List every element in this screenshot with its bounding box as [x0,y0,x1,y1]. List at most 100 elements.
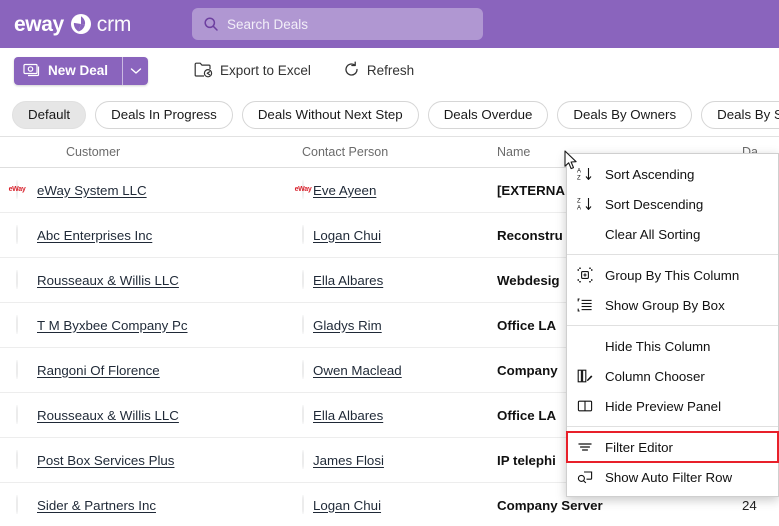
cell-contact-person: Ella Albares [302,405,497,424]
eway-pinwheel-icon [70,13,92,35]
customer-link[interactable]: Rousseaux & Willis LLC [37,273,179,288]
menu-item-label: Column Chooser [605,368,705,384]
customer-link[interactable]: T M Byxbee Company Pc [37,318,188,333]
search-icon [203,16,219,32]
preview-panel-icon [577,398,599,414]
avatar [302,450,304,469]
cell-customer: Abc Enterprises Inc [0,225,302,244]
cell-contact-person: Logan Chui [302,495,497,514]
refresh-button[interactable]: Refresh [337,57,420,85]
contact-person-link[interactable]: Ella Albares [313,273,383,288]
menu-item-label: Sort Ascending [605,166,695,182]
search-box[interactable] [192,8,483,40]
avatar [302,495,304,514]
refresh-icon [343,61,360,81]
group-by-column-icon [577,267,599,283]
group-by-box-icon [577,297,599,313]
avatar [16,270,18,289]
avatar [16,360,18,379]
cell-customer: Rousseaux & Willis LLC [0,270,302,289]
customer-link[interactable]: Rousseaux & Willis LLC [37,408,179,423]
menu-item-clear-all-sorting[interactable]: Clear All Sorting [567,219,778,249]
tab-deals-without-next-step[interactable]: Deals Without Next Step [241,100,419,129]
new-deal-label: New Deal [48,63,109,78]
customer-link[interactable]: Abc Enterprises Inc [37,228,152,243]
contact-person-link[interactable]: Owen Maclead [313,363,402,378]
new-deal-button[interactable]: New Deal [14,56,123,85]
app-header: eway crm [0,0,779,48]
column-context-menu: A Z Sort Ascending Z A Sort Descending Clear A… [566,153,779,497]
menu-separator [567,325,778,326]
sort-descending-icon: ZA [577,196,599,212]
menu-item-hide-this-column[interactable]: Hide This Column [567,331,778,361]
brand-name-eway: eway [14,12,64,36]
avatar [16,225,18,244]
brand-name-crm: crm [96,12,132,36]
avatar [302,315,304,334]
action-toolbar: New Deal Export to Excel Refresh [0,48,779,93]
column-header-customer[interactable]: Customer [0,145,302,159]
menu-item-group-by-this-column[interactable]: Group By This Column [567,260,778,290]
cell-customer: Sider & Partners Inc [0,495,302,514]
contact-person-link[interactable]: Gladys Rim [313,318,382,333]
tab-deals-in-progress[interactable]: Deals In Progress [95,100,233,129]
eway-crm-window: eway crm Search Deals New Deal Export to… [0,0,779,526]
avatar [16,495,18,514]
contact-person-link[interactable]: Logan Chui [313,498,381,513]
cell-contact-person: Ella Albares [302,270,497,289]
sort-ascending-icon: AZ [577,166,599,182]
cell-contact-person: Gladys Rim [302,315,497,334]
auto-filter-row-icon [577,469,599,485]
menu-item-filter-editor[interactable]: Filter Editor [566,431,779,463]
tab-deals-overdue[interactable]: Deals Overdue [427,100,549,129]
contact-person-link[interactable]: James Flosi [313,453,384,468]
avatar [16,450,18,469]
customer-link[interactable]: Rangoni Of Florence [37,363,160,378]
new-deal-dropdown-button[interactable] [122,56,149,85]
customer-link[interactable]: Post Box Services Plus [37,453,174,468]
contact-person-link[interactable]: Ella Albares [313,408,383,423]
cell-customer: eWay eWay System LLC [0,180,302,199]
avatar [302,270,304,289]
menu-item-sort-descending[interactable]: Z A Sort Descending [567,189,778,219]
svg-text:A: A [577,206,581,212]
avatar [302,360,304,379]
menu-item-hide-preview-panel[interactable]: Hide Preview Panel [567,391,778,421]
menu-item-label: Filter Editor [605,439,673,455]
column-header-contact-person[interactable]: Contact Person [302,145,497,159]
avatar: eWay [9,180,26,199]
cell-contact-person: Owen Maclead [302,360,497,379]
filter-editor-icon [577,439,599,455]
contact-person-link[interactable]: Eve Ayeen [313,183,376,198]
tab-deals-by-sta[interactable]: Deals By Sta [701,100,779,129]
tab-deals-by-owners[interactable]: Deals By Owners [557,100,693,129]
export-to-excel-button[interactable]: Export to Excel [188,57,317,85]
menu-item-sort-ascending[interactable]: A Z Sort Ascending [567,159,778,189]
customer-link[interactable]: eWay System LLC [37,183,147,198]
chevron-down-icon [130,63,142,78]
avatar [302,225,304,244]
brand-logo[interactable]: eway crm [14,13,131,35]
export-to-excel-label: Export to Excel [220,63,311,78]
new-deal-split-button: New Deal [14,56,149,85]
menu-item-column-chooser[interactable]: Column Chooser [567,361,778,391]
menu-item-label: Hide Preview Panel [605,398,722,414]
customer-link[interactable]: Sider & Partners Inc [37,498,156,513]
avatar [16,405,18,424]
column-chooser-icon [577,368,599,384]
cell-customer: Rangoni Of Florence [0,360,302,379]
avatar: eWay [295,180,312,199]
menu-item-label: Sort Descending [605,196,704,212]
menu-item-show-group-by-box[interactable]: Show Group By Box [567,290,778,320]
folder-export-icon [194,61,213,81]
search-input[interactable] [227,16,483,32]
cell-customer: T M Byxbee Company Pc [0,315,302,334]
menu-separator [567,254,778,255]
menu-item-label: Show Auto Filter Row [605,469,733,485]
cell-date: 24 [742,497,757,513]
refresh-label: Refresh [366,63,415,78]
avatar [16,315,18,334]
tab-default[interactable]: Default [12,100,87,129]
menu-item-show-auto-filter-row[interactable]: Show Auto Filter Row [567,462,778,492]
contact-person-link[interactable]: Logan Chui [313,228,381,243]
